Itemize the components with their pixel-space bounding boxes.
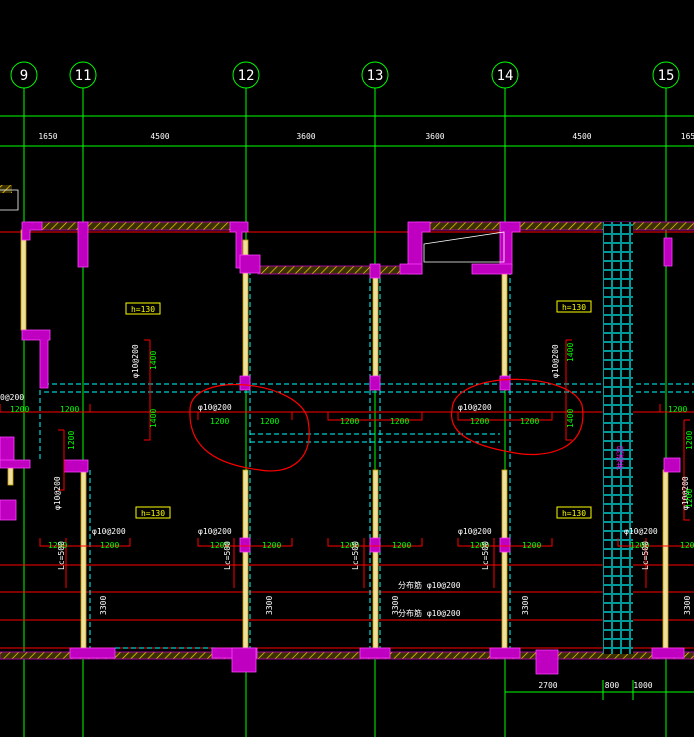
lc-label: Lc=500 — [481, 541, 490, 570]
dim-label: 165 — [681, 132, 694, 141]
axis-bubble-9: 9 — [10, 61, 38, 89]
axis-bubble-15: 15 — [652, 61, 680, 89]
cad-drawing-canvas[interactable]: 9 11 12 13 14 15 1650 4500 3600 3600 450… — [0, 0, 694, 737]
shaft-label: 风道井 — [616, 446, 625, 471]
rebar-label: φ10@200 — [92, 527, 126, 536]
dim-label: 1000 — [633, 681, 652, 690]
length-label: 1200 — [340, 417, 359, 426]
slab-tag: h=130 — [131, 305, 155, 314]
distribution-rebar-note: 分布筋 φ10@200 — [398, 608, 461, 618]
height-label: 3300 — [521, 596, 530, 615]
red-reference-lines — [0, 231, 694, 649]
length-label: 1400 — [566, 343, 575, 362]
length-label: 1200 — [67, 431, 76, 450]
length-label: 1200 — [10, 405, 29, 414]
axis-label: 13 — [367, 68, 384, 84]
rebar-label: φ10@200 — [53, 476, 62, 510]
rebar-label: φ10@200 — [624, 527, 658, 536]
axis-label: 15 — [658, 68, 675, 84]
dim-label: 4500 — [150, 132, 169, 141]
dim-label: 3600 — [296, 132, 315, 141]
length-label: 1200 — [520, 417, 539, 426]
height-label: 3300 — [683, 596, 692, 615]
dim-label: 4500 — [572, 132, 591, 141]
rebar-brackets — [0, 339, 694, 588]
axis-bubble-11: 11 — [69, 61, 97, 89]
length-label: 1200 — [685, 489, 694, 508]
slab-tags: h=130 h=130 h=130 h=130 — [125, 300, 592, 519]
lc-label: Lc=500 — [223, 541, 232, 570]
dim-label: 2700 — [538, 681, 557, 690]
length-label: 1200 — [260, 417, 279, 426]
length-label: 1400 — [149, 351, 158, 370]
rebar-label: φ10@200 — [458, 527, 492, 536]
height-label: 3300 — [391, 596, 400, 615]
distribution-rebar-note: 分布筋 φ10@200 — [398, 580, 461, 590]
length-label: 1200 — [262, 541, 281, 550]
axis-bubble-14: 14 — [491, 61, 519, 89]
length-label: 1200 — [680, 541, 694, 550]
length-label: 1200 — [100, 541, 119, 550]
length-label: 1200 — [522, 541, 541, 550]
length-label: 1400 — [149, 409, 158, 428]
length-label: 1200 — [470, 417, 489, 426]
cyan-dashed-lines — [39, 270, 694, 650]
axis-label: 12 — [238, 68, 255, 84]
axis-bubble-13: 13 — [361, 61, 389, 89]
length-label: 1200 — [390, 417, 409, 426]
rebar-label: φ10@200 — [198, 527, 232, 536]
axis-label: 11 — [75, 68, 92, 84]
slab-tag: h=130 — [141, 509, 165, 518]
slab-tag: h=130 — [562, 509, 586, 518]
length-label: 1400 — [566, 409, 575, 428]
rebar-label: φ10@200 — [131, 344, 140, 378]
length-labels: 1200 1200 1200 1200 1200 1200 1200 1200 … — [10, 343, 694, 550]
slab-tag: h=130 — [562, 303, 586, 312]
dim-label: 3600 — [425, 132, 444, 141]
axis-label: 14 — [497, 68, 514, 84]
rebar-label: φ10@200 — [458, 403, 492, 412]
dim-label: 800 — [605, 681, 620, 690]
rebar-label: φ10@200 — [551, 344, 560, 378]
rebar-label: 0@200 — [0, 393, 24, 402]
length-label: 1200 — [210, 417, 229, 426]
height-label: 3300 — [99, 596, 108, 615]
axis-grid: 9 11 12 13 14 15 — [0, 61, 694, 737]
rebar-label: φ10@200 — [198, 403, 232, 412]
top-dimensions: 1650 4500 3600 3600 4500 165 — [38, 132, 694, 141]
axis-label: 9 — [20, 68, 28, 84]
dim-label: 1650 — [38, 132, 57, 141]
rebar-labels: 0@200 φ10@200 φ10@200 φ10@200 φ10@200 φ1… — [0, 344, 690, 618]
bottom-dimensions: 2700 800 1000 — [504, 680, 694, 700]
ventilation-shaft — [603, 222, 633, 654]
height-label: 3300 — [265, 596, 274, 615]
lc-label: Lc=500 — [641, 541, 650, 570]
length-label: 1200 — [392, 541, 411, 550]
length-label: 1200 — [685, 431, 694, 450]
lc-label: Lc=500 — [351, 541, 360, 570]
lc-label: Lc=500 — [57, 541, 66, 570]
length-label: 1200 — [668, 405, 687, 414]
length-label: 1200 — [60, 405, 79, 414]
axis-bubble-12: 12 — [232, 61, 260, 89]
